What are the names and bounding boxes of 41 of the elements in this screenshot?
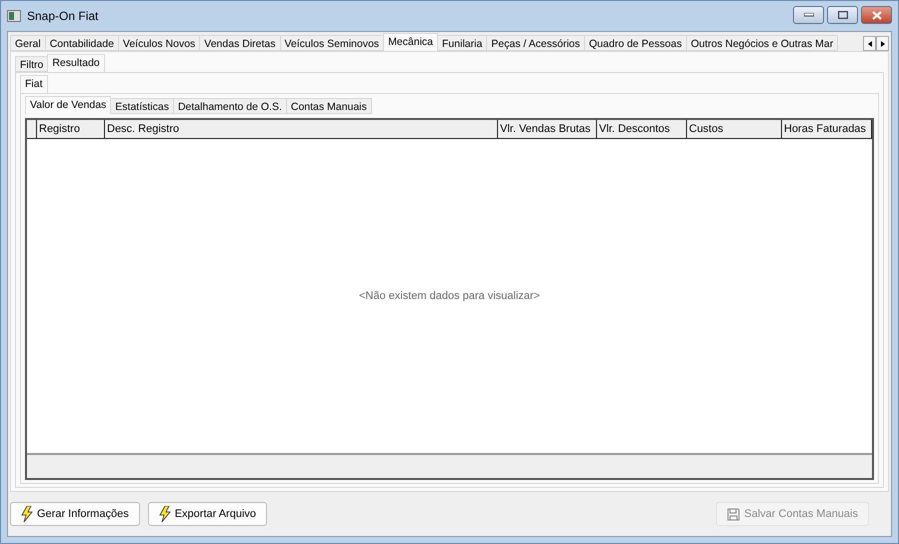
floppy-icon — [727, 508, 740, 520]
tab[interactable]: Fiat — [20, 75, 48, 93]
tab[interactable]: Valor de Vendas — [25, 96, 112, 114]
column-header[interactable]: Horas Faturadas — [782, 120, 872, 138]
lightning-icon — [21, 506, 33, 522]
tab[interactable]: Veículos Seminovos — [280, 35, 384, 51]
tab[interactable]: Veículos Novos — [118, 35, 200, 51]
tab[interactable]: Estatísticas — [110, 98, 174, 114]
close-icon — [872, 10, 882, 20]
tab[interactable]: Detalhamento de O.S. — [172, 98, 287, 114]
tab[interactable]: Outros Negócios e Outras Mar — [686, 35, 838, 51]
empty-message: <Não existem dados para visualizar> — [359, 290, 540, 302]
left-triangle-icon — [868, 40, 872, 46]
column-header[interactable]: Registro — [37, 120, 105, 138]
minimize-button[interactable] — [793, 6, 824, 24]
scroll-left-button[interactable] — [863, 36, 876, 51]
action-button[interactable]: Exportar Arquivo — [148, 502, 268, 526]
column-header[interactable]: Vlr. Descontos — [597, 120, 687, 138]
column-header[interactable]: Custos — [687, 120, 782, 138]
tab[interactable]: Quadro de Pessoas — [584, 35, 687, 51]
maximize-icon — [838, 11, 848, 19]
tab[interactable]: Funilaria — [437, 35, 488, 51]
window-title: Snap-On Fiat — [27, 9, 98, 23]
minimize-icon — [804, 13, 814, 17]
tab[interactable]: Mecânica — [383, 33, 438, 51]
column-header[interactable]: Desc. Registro — [105, 120, 498, 138]
maximize-button[interactable] — [827, 6, 858, 24]
app-icon — [7, 10, 21, 22]
right-triangle-icon — [880, 40, 884, 46]
column-header[interactable]: Vlr. Vendas Brutas — [498, 120, 597, 138]
tab[interactable]: Filtro — [15, 56, 48, 72]
tab[interactable]: Contas Manuais — [286, 98, 372, 114]
tab[interactable]: Geral — [10, 35, 46, 51]
tab[interactable]: Resultado — [47, 54, 105, 72]
close-button[interactable] — [861, 6, 892, 24]
lightning-icon — [158, 506, 171, 522]
tab[interactable]: Contabilidade — [44, 35, 119, 51]
action-button[interactable]: Gerar Informações — [10, 502, 140, 526]
tab[interactable]: Vendas Diretas — [199, 35, 280, 51]
tab[interactable]: Peças / Acessórios — [486, 35, 586, 51]
scroll-right-button[interactable] — [876, 36, 889, 51]
